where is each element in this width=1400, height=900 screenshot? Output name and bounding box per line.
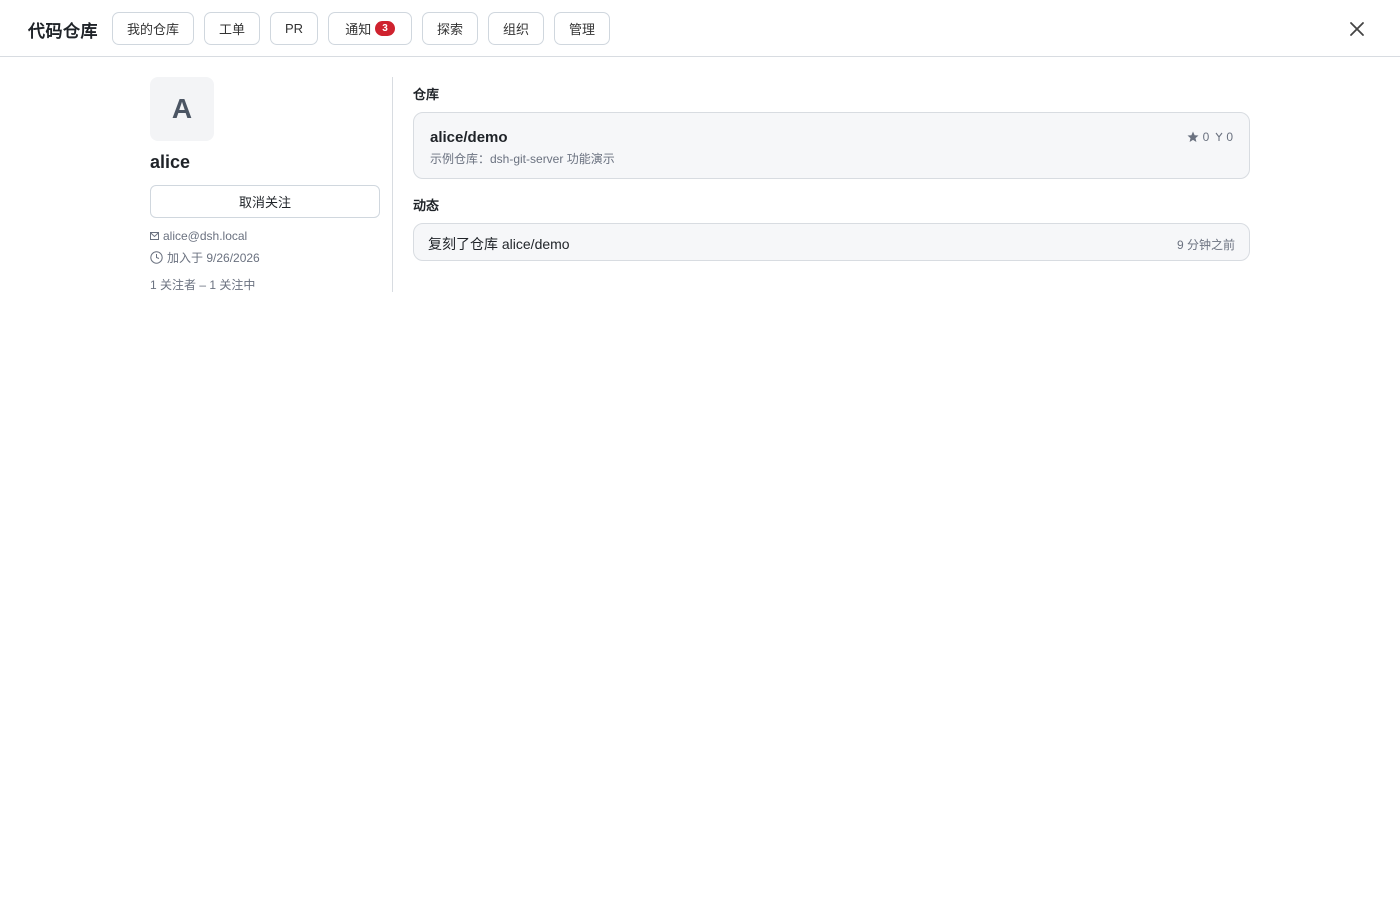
repo-name-link[interactable]: alice/demo [430, 129, 508, 146]
activity-text: 复刻了仓库 alice/demo [428, 236, 570, 252]
follow-stats: 1 关注者 – 1 关注中 [150, 276, 255, 293]
activity-time: 9 分钟之前 [1176, 238, 1235, 252]
nav-explore-button[interactable]: 探索 [422, 12, 478, 45]
nav-issues-button[interactable]: 工单 [204, 12, 260, 45]
brand-title[interactable]: 代码仓库 [28, 17, 98, 42]
repos-section-title: 仓库 [413, 87, 440, 102]
nav-label: PR [284, 21, 304, 36]
fork-icon [1215, 132, 1223, 142]
notification-count-badge: 3 [375, 21, 395, 36]
follow-stats-text[interactable]: 1 关注者 – 1 关注中 [150, 276, 255, 293]
avatar: A [150, 77, 214, 141]
profile-email: alice@dsh.local [150, 229, 247, 243]
nav-label: 通知 [345, 22, 372, 37]
avatar-letter: A [171, 93, 193, 124]
nav-label: 探索 [436, 22, 463, 37]
nav-label: 管理 [568, 22, 595, 37]
profile-joined: 加入于 9/26/2026 [150, 249, 260, 266]
close-icon [1350, 22, 1364, 36]
repo-stats: 0 0 [1187, 130, 1233, 144]
clock-icon [150, 251, 163, 264]
close-button[interactable] [1344, 16, 1370, 42]
nav-pr-button[interactable]: PR [270, 12, 318, 45]
nav-label: 工单 [218, 22, 245, 37]
nav-notifications-button[interactable]: 通知 3 [328, 12, 412, 45]
column-divider [392, 77, 393, 292]
email-text: alice@dsh.local [163, 229, 248, 243]
activity-section-title: 动态 [413, 198, 440, 213]
nav-orgs-button[interactable]: 组织 [488, 12, 544, 45]
repo-card[interactable]: alice/demo 示例仓库：dsh-git-server 功能演示 0 0 [413, 112, 1250, 179]
star-count: 0 [1202, 130, 1210, 144]
nav-admin-button[interactable]: 管理 [554, 12, 610, 45]
nav-my-repos-button[interactable]: 我的仓库 [112, 12, 194, 45]
activity-item: 复刻了仓库 alice/demo 9 分钟之前 [413, 223, 1250, 261]
nav-label: 我的仓库 [126, 22, 179, 37]
nav-label: 组织 [502, 22, 529, 37]
joined-text: 加入于 9/26/2026 [167, 251, 260, 265]
repo-description: 示例仓库：dsh-git-server 功能演示 [430, 152, 615, 166]
star-icon [1187, 131, 1199, 143]
fork-count: 0 [1226, 130, 1233, 144]
unfollow-button[interactable]: 取消关注 [150, 185, 380, 218]
username: alice [150, 152, 191, 172]
unfollow-label: 取消关注 [238, 195, 291, 210]
top-nav-bar: 代码仓库 我的仓库 工单 PR 通知 3 探索 组织 管理 [0, 0, 1400, 57]
mail-icon [150, 232, 159, 240]
